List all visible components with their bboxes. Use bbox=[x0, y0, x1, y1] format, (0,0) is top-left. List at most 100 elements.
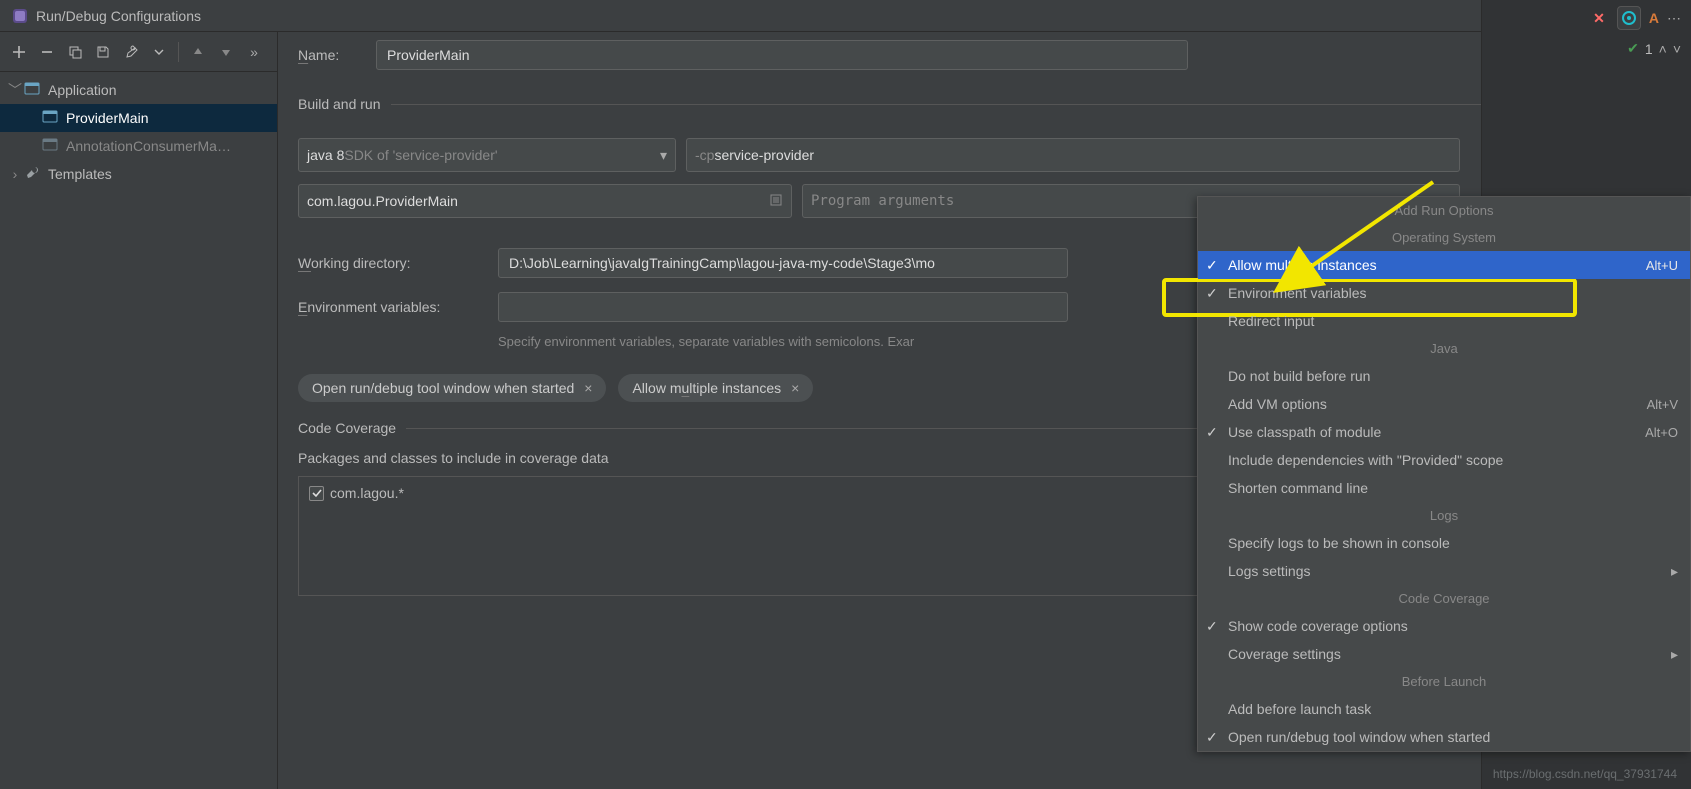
tree-item-annotationconsumer[interactable]: AnnotationConsumerMa… bbox=[0, 132, 277, 160]
application-icon bbox=[24, 81, 42, 99]
chevron-right-icon: ▸ bbox=[1671, 646, 1678, 663]
edit-dropdown-button[interactable] bbox=[148, 41, 170, 63]
working-directory-label: Working directory: bbox=[298, 255, 498, 271]
wrench-icon bbox=[24, 165, 42, 183]
coverage-item-checkbox[interactable] bbox=[309, 486, 324, 501]
remove-config-button[interactable] bbox=[36, 41, 58, 63]
chip-allow-multiple-instances[interactable]: Allow multiple instances × bbox=[618, 374, 813, 402]
menu-item-shortcut: Alt+U bbox=[1646, 258, 1678, 273]
cp-value: service-provider bbox=[714, 147, 814, 163]
section-title: Code Coverage bbox=[298, 420, 396, 436]
edit-templates-button[interactable] bbox=[120, 41, 142, 63]
ellipsis-icon[interactable]: ⋯ bbox=[1667, 10, 1681, 27]
chip-open-tool-window[interactable]: Open run/debug tool window when started … bbox=[298, 374, 606, 402]
menu-item-environment-variables[interactable]: ✓ Environment variables bbox=[1198, 279, 1690, 307]
watermark: https://blog.csdn.net/qq_37931744 bbox=[1493, 767, 1677, 781]
tree-node-application[interactable]: ﹀ Application bbox=[0, 76, 277, 104]
config-tree: ﹀ Application ProviderMain AnnotationCon… bbox=[0, 72, 277, 192]
expand-button[interactable]: » bbox=[243, 41, 265, 63]
cp-prefix: -cp bbox=[695, 147, 714, 163]
menu-item-logs-settings[interactable]: Logs settings ▸ bbox=[1198, 557, 1690, 585]
checkmark-icon: ✓ bbox=[1206, 285, 1218, 302]
menu-item-open-tool-window[interactable]: ✓ Open run/debug tool window when starte… bbox=[1198, 723, 1690, 751]
tree-toolbar: » bbox=[0, 32, 277, 72]
menu-header-add-run-options: Add Run Options bbox=[1198, 197, 1690, 224]
menu-header-java: Java bbox=[1198, 335, 1690, 362]
menu-header-code-coverage: Code Coverage bbox=[1198, 585, 1690, 612]
name-label: Name: bbox=[298, 47, 376, 63]
close-tab-icon[interactable]: ✕ bbox=[1593, 10, 1605, 27]
checkmark-icon: ✓ bbox=[1206, 618, 1218, 635]
checkmark-icon: ✓ bbox=[1206, 729, 1218, 746]
env-variables-note: Specify environment variables, separate … bbox=[498, 334, 914, 349]
move-up-button[interactable] bbox=[187, 41, 209, 63]
chevron-right-icon: › bbox=[6, 166, 24, 182]
main-class-value: com.lagou.ProviderMain bbox=[307, 193, 458, 209]
checkmark-icon: ✓ bbox=[1206, 424, 1218, 441]
working-directory-input[interactable] bbox=[498, 248, 1068, 278]
caret-up-icon[interactable]: ˄ bbox=[1659, 41, 1667, 57]
toolbar-divider bbox=[178, 42, 179, 62]
name-input[interactable] bbox=[376, 40, 1188, 70]
menu-item-include-provided[interactable]: Include dependencies with "Provided" sco… bbox=[1198, 446, 1690, 474]
menu-item-allow-multiple-instances[interactable]: ✓ Allow multiple instances Alt+U bbox=[1198, 251, 1690, 279]
problems-count: 1 bbox=[1645, 41, 1653, 57]
menu-item-shorten-cmdline[interactable]: Shorten command line bbox=[1198, 474, 1690, 502]
menu-item-shortcut: Alt+O bbox=[1645, 425, 1678, 440]
tree-node-label: Templates bbox=[48, 166, 112, 182]
menu-item-show-coverage[interactable]: ✓ Show code coverage options bbox=[1198, 612, 1690, 640]
menu-item-label: Redirect input bbox=[1228, 313, 1314, 329]
app-icon bbox=[12, 8, 28, 24]
checkmark-icon: ✔ bbox=[1627, 40, 1639, 57]
close-icon[interactable]: × bbox=[791, 380, 799, 396]
menu-item-specify-logs[interactable]: Specify logs to be shown in console bbox=[1198, 529, 1690, 557]
coverage-item-label: com.lagou.* bbox=[330, 485, 404, 501]
menu-item-label: Specify logs to be shown in console bbox=[1228, 535, 1450, 551]
close-icon[interactable]: × bbox=[584, 380, 592, 396]
tree-item-providermain[interactable]: ProviderMain bbox=[0, 104, 277, 132]
move-down-button[interactable] bbox=[215, 41, 237, 63]
application-icon bbox=[42, 137, 60, 155]
chip-label: Allow multiple instances bbox=[632, 380, 781, 396]
menu-item-label: Show code coverage options bbox=[1228, 618, 1408, 634]
classpath-select[interactable]: -cp service-provider bbox=[686, 138, 1460, 172]
menu-item-label: Add before launch task bbox=[1228, 701, 1371, 717]
env-variables-label: Environment variables: bbox=[298, 299, 498, 315]
ai-tab[interactable] bbox=[1617, 6, 1641, 30]
jdk-hint: SDK of 'service-provider' bbox=[344, 147, 497, 163]
env-variables-input[interactable] bbox=[498, 292, 1068, 322]
copy-config-button[interactable] bbox=[64, 41, 86, 63]
tree-node-label: Application bbox=[48, 82, 117, 98]
checkmark-icon: ✓ bbox=[1206, 257, 1218, 274]
menu-item-label: Include dependencies with "Provided" sco… bbox=[1228, 452, 1503, 468]
section-title: Build and run bbox=[298, 96, 381, 112]
menu-item-redirect-input[interactable]: Redirect input bbox=[1198, 307, 1690, 335]
chip-label: Open run/debug tool window when started bbox=[312, 380, 574, 396]
jdk-select[interactable]: java 8 SDK of 'service-provider' ▾ bbox=[298, 138, 676, 172]
menu-item-label: Open run/debug tool window when started bbox=[1228, 729, 1490, 745]
program-args-placeholder: Program arguments bbox=[811, 193, 954, 209]
menu-item-coverage-settings[interactable]: Coverage settings ▸ bbox=[1198, 640, 1690, 668]
menu-item-label: Use classpath of module bbox=[1228, 424, 1381, 440]
menu-item-add-vm-options[interactable]: Add VM options Alt+V bbox=[1198, 390, 1690, 418]
chevron-down-icon: ﹀ bbox=[6, 80, 24, 100]
tree-item-label: AnnotationConsumerMa… bbox=[66, 138, 231, 154]
jdk-value: java 8 bbox=[307, 147, 344, 163]
menu-item-do-not-build[interactable]: Do not build before run bbox=[1198, 362, 1690, 390]
build-and-run-section-header: Build and run Modify options ˅ Alt+M bbox=[298, 84, 1671, 124]
application-icon bbox=[42, 109, 60, 127]
menu-item-label: Do not build before run bbox=[1228, 368, 1370, 384]
add-config-button[interactable] bbox=[8, 41, 30, 63]
menu-item-label: Allow multiple instances bbox=[1228, 257, 1377, 273]
chevron-down-icon: ▾ bbox=[660, 147, 667, 164]
main-class-input[interactable]: com.lagou.ProviderMain bbox=[298, 184, 792, 218]
menu-item-add-before-launch[interactable]: Add before launch task bbox=[1198, 695, 1690, 723]
save-config-button[interactable] bbox=[92, 41, 114, 63]
menu-item-label: Environment variables bbox=[1228, 285, 1367, 301]
menu-header-before-launch: Before Launch bbox=[1198, 668, 1690, 695]
caret-down-icon[interactable]: ˅ bbox=[1673, 41, 1681, 57]
tree-node-templates[interactable]: › Templates bbox=[0, 160, 277, 188]
menu-item-use-classpath[interactable]: ✓ Use classpath of module Alt+O bbox=[1198, 418, 1690, 446]
list-icon[interactable] bbox=[769, 193, 783, 210]
menu-item-shortcut: Alt+V bbox=[1647, 397, 1678, 412]
